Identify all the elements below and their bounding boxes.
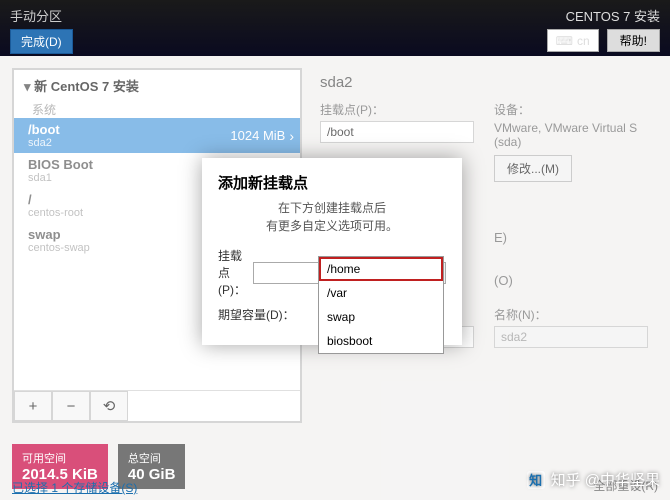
add-partition-button[interactable]: + — [14, 391, 52, 421]
system-label: 系统 — [14, 101, 300, 118]
text-fragment: (O) — [494, 273, 648, 288]
text-fragment: E) — [494, 230, 648, 245]
storage-devices-link[interactable]: 已选择 1 个存储设备(S) — [12, 479, 137, 496]
page-title: 手动分区 — [10, 6, 73, 25]
partition-toolbar: + − ⟲ — [14, 390, 300, 421]
dialog-title: 添加新挂载点 — [218, 172, 446, 193]
top-bar: 手动分区 完成(D) CENTOS 7 安装 ⌨ cn 帮助! — [0, 0, 670, 56]
reload-button[interactable]: ⟲ — [90, 391, 128, 421]
mount-label: 挂载点(P)： — [320, 101, 474, 118]
dropdown-option-swap[interactable]: swap — [319, 305, 443, 329]
lang-code: cn — [577, 34, 590, 48]
watermark: 知 知乎 @中华坚果 — [527, 469, 660, 490]
dropdown-option-var[interactable]: /var — [319, 281, 443, 305]
help-button[interactable]: 帮助! — [607, 29, 660, 52]
modify-button[interactable]: 修改...(M) — [494, 155, 572, 182]
install-header[interactable]: 新 CentOS 7 安装 — [14, 70, 300, 101]
done-button[interactable]: 完成(D) — [10, 29, 73, 54]
install-title: CENTOS 7 安装 — [547, 6, 660, 25]
name-label: 名称(N)： — [494, 306, 648, 323]
mount-dropdown-list: /home /var swap biosboot — [318, 256, 444, 354]
device-text: VMware, VMware Virtual S (sda) — [494, 121, 648, 149]
remove-partition-button[interactable]: − — [52, 391, 90, 421]
keyboard-layout-selector[interactable]: ⌨ cn — [547, 29, 599, 52]
mount-input[interactable] — [320, 121, 474, 143]
zhihu-icon: 知 — [527, 471, 545, 489]
detail-title: sda2 — [320, 74, 648, 91]
device-label: 设备： — [494, 101, 648, 118]
total-space-label: 总空间 — [128, 450, 176, 466]
dlg-mount-label: 挂载点(P)： — [218, 247, 253, 298]
free-space-label: 可用空间 — [22, 450, 98, 466]
dropdown-option-biosboot[interactable]: biosboot — [319, 329, 443, 353]
partition-size: 1024 MiB — [230, 128, 285, 143]
dlg-capacity-label: 期望容量(D)： — [218, 306, 308, 323]
partition-name: /boot — [28, 122, 60, 137]
dialog-subtitle: 在下方创建挂载点后有更多自定义选项可用。 — [218, 199, 446, 235]
partition-row-boot[interactable]: /boot sda2 1024 MiB › — [14, 118, 300, 153]
dropdown-option-home[interactable]: /home — [319, 257, 443, 281]
name-input — [494, 326, 648, 348]
chevron-right-icon: › — [289, 128, 294, 144]
watermark-text: 知乎 @中华坚果 — [551, 469, 660, 490]
keyboard-icon: ⌨ — [556, 34, 573, 48]
partition-device: sda2 — [28, 137, 60, 149]
